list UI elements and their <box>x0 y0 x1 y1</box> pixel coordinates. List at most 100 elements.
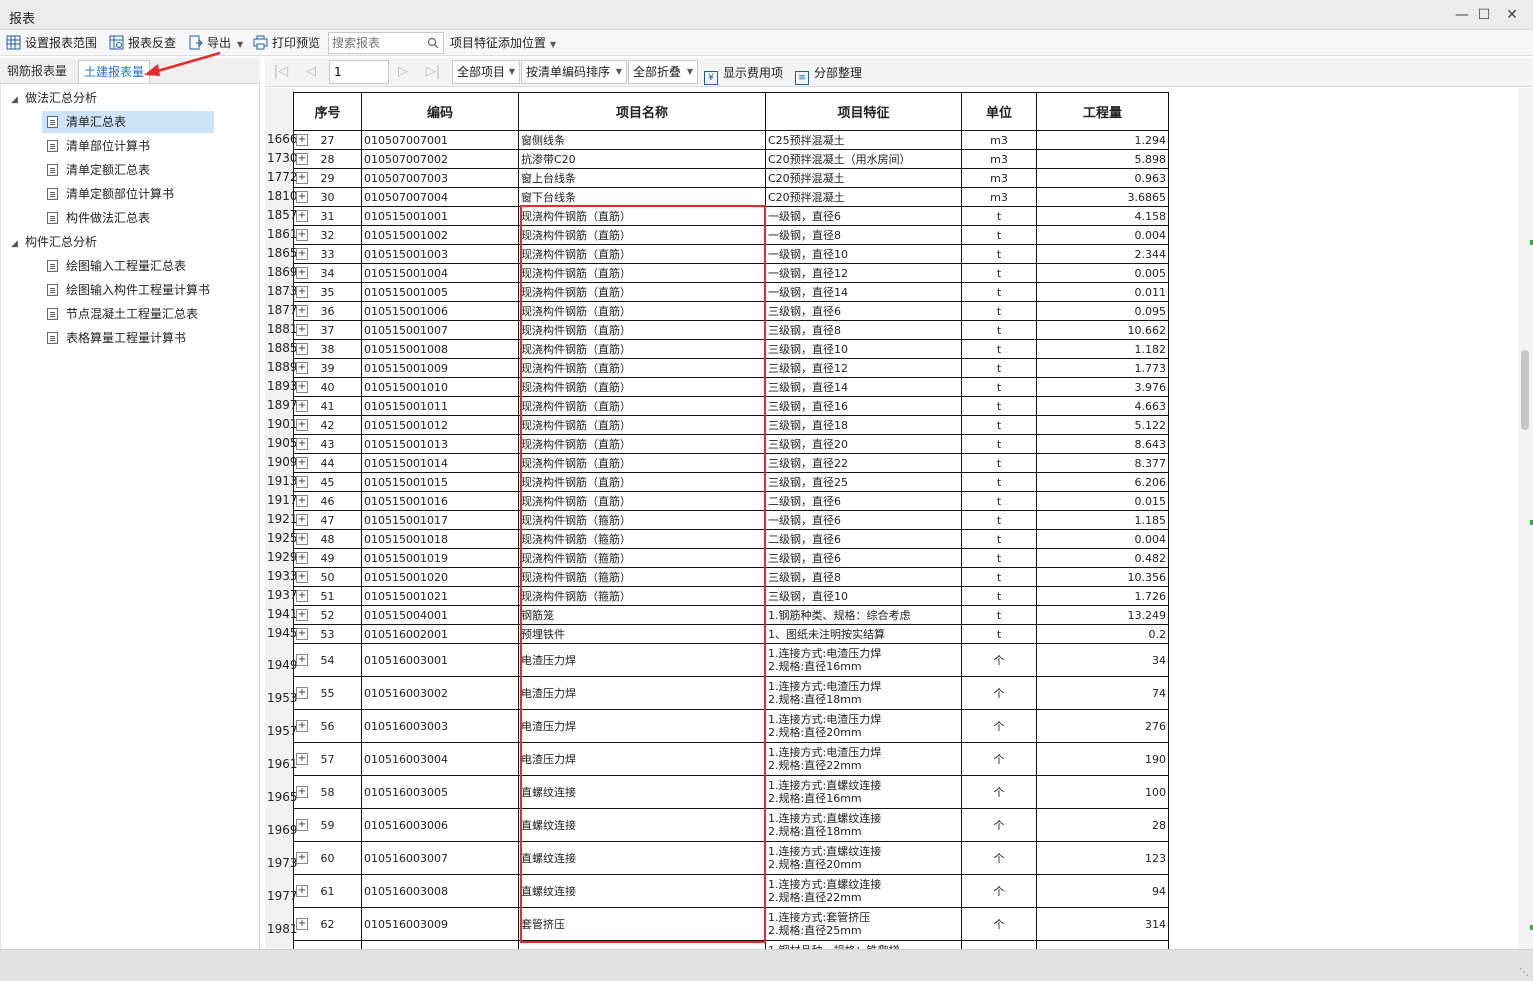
table-row[interactable]: 55 010516003002 电渣压力焊 1.连接方式:电渣压力焊 2.规格:直径18… <box>293 676 1169 710</box>
table-row[interactable]: 60 010516003007 直螺纹连接 1.连接方式:直螺纹连接 2.规格:直径20… <box>293 841 1169 875</box>
expand-icon[interactable]: + <box>296 305 308 317</box>
table-row[interactable]: 44 010515001014 现浇构件钢筋（直筋） 三级钢，直径22 t 8.377 <box>293 453 1169 473</box>
table-row[interactable]: 58 010516003005 直螺纹连接 1.连接方式:直螺纹连接 2.规格:直径16… <box>293 775 1169 809</box>
table-row[interactable]: 46 010515001016 现浇构件钢筋（直筋） 二级钢，直径6 t 0.015 <box>293 491 1169 511</box>
close-icon[interactable]: ✕ <box>1502 5 1522 25</box>
tree-item-bill-quota-position-calc[interactable]: 清单定额部位计算书 <box>47 183 174 205</box>
expand-icon[interactable]: + <box>296 191 308 203</box>
table-row[interactable]: 61 010516003008 直螺纹连接 1.连接方式:直螺纹连接 2.规格:直径22… <box>293 874 1169 908</box>
expand-icon[interactable]: + <box>296 753 308 765</box>
header-code[interactable]: 编码 <box>361 92 519 131</box>
page-number-input[interactable] <box>330 61 386 83</box>
table-row[interactable]: 29 010507007003 窗上台线条 C20预拌混凝土 m3 0.963 <box>293 168 1169 188</box>
next-page-icon[interactable]: ▷ <box>395 64 411 80</box>
table-row[interactable]: 45 010515001015 现浇构件钢筋（直筋） 三级钢，直径25 t 6.206 <box>293 472 1169 492</box>
expand-icon[interactable]: + <box>296 210 308 222</box>
scrollbar-thumb[interactable] <box>1521 350 1529 430</box>
expand-icon[interactable]: + <box>296 457 308 469</box>
table-row[interactable]: 1.钢材品种、规格：铁爬梯 <box>293 940 1169 949</box>
tab-rebar-report[interactable]: 钢筋报表量 <box>2 60 72 83</box>
tree-group-component-summary[interactable]: ◢ 构件汇总分析 <box>11 231 97 253</box>
expand-icon[interactable]: + <box>296 362 308 374</box>
section-organize-button[interactable]: ≡ 分部整理 <box>795 63 862 85</box>
header-quantity[interactable]: 工程量 <box>1036 92 1169 131</box>
tree-item-table-calc[interactable]: 表格算量工程量计算书 <box>47 327 186 349</box>
tree-item-bill-summary[interactable]: 清单汇总表 <box>42 111 214 133</box>
expand-icon[interactable]: + <box>296 172 308 184</box>
project-filter-dropdown[interactable]: 全部项目 ▼ <box>452 60 520 84</box>
table-row[interactable]: 56 010516003003 电渣压力焊 1.连接方式:电渣压力焊 2.规格:直径20… <box>293 709 1169 743</box>
expand-icon[interactable]: + <box>296 628 308 640</box>
table-row[interactable]: 57 010516003004 电渣压力焊 1.连接方式:电渣压力焊 2.规格:直径22… <box>293 742 1169 776</box>
table-row[interactable]: 34 010515001004 现浇构件钢筋（直筋） 一级钢，直径12 t 0.005 <box>293 263 1169 283</box>
expand-icon[interactable]: + <box>296 248 308 260</box>
table-row[interactable]: 33 010515001003 现浇构件钢筋（直筋） 一级钢，直径10 t 2.344 <box>293 244 1169 264</box>
minimize-icon[interactable]: — <box>1452 5 1472 25</box>
table-row[interactable]: 40 010515001010 现浇构件钢筋（直筋） 三级钢，直径14 t 3.976 <box>293 377 1169 397</box>
tree-item-drawing-quantity-summary[interactable]: 绘图输入工程量汇总表 <box>47 255 186 277</box>
expand-icon[interactable]: + <box>296 687 308 699</box>
expand-icon[interactable]: + <box>296 720 308 732</box>
table-row[interactable]: 27 010507007001 窗侧线条 C25预拌混凝土 m3 1.294 <box>293 130 1169 150</box>
expand-icon[interactable]: + <box>296 885 308 897</box>
expand-icon[interactable]: + <box>296 495 308 507</box>
expand-icon[interactable]: + <box>296 609 308 621</box>
table-row[interactable]: 35 010515001005 现浇构件钢筋（直筋） 一级钢，直径14 t 0.011 <box>293 282 1169 302</box>
print-preview-button[interactable]: 打印预览 <box>253 33 320 53</box>
table-row[interactable]: 37 010515001007 现浇构件钢筋（直筋） 三级钢，直径8 t 10.662 <box>293 320 1169 340</box>
table-row[interactable]: 32 010515001002 现浇构件钢筋（直筋） 一级钢，直径8 t 0.004 <box>293 225 1169 245</box>
header-unit[interactable]: 单位 <box>961 92 1037 131</box>
expand-icon[interactable]: + <box>296 419 308 431</box>
table-row[interactable]: 43 010515001013 现浇构件钢筋（直筋） 三级钢，直径20 t 8.643 <box>293 434 1169 454</box>
header-name[interactable]: 项目名称 <box>518 92 766 131</box>
tree-group-method-summary[interactable]: ◢ 做法汇总分析 <box>11 87 97 109</box>
table-row[interactable]: 36 010515001006 现浇构件钢筋（直筋） 三级钢，直径6 t 0.095 <box>293 301 1169 321</box>
expand-icon[interactable]: + <box>296 134 308 146</box>
show-cost-items-button[interactable]: ¥ 显示费用项 <box>704 63 783 85</box>
expand-icon[interactable]: + <box>296 654 308 666</box>
report-search-input[interactable] <box>329 33 421 53</box>
expand-icon[interactable]: + <box>296 514 308 526</box>
table-row[interactable]: 30 010507007004 窗下台线条 C20预拌混凝土 m3 3.6865 <box>293 187 1169 207</box>
table-row[interactable]: 51 010515001021 现浇构件钢筋（箍筋） 三级钢，直径10 t 1.726 <box>293 586 1169 606</box>
expand-icon[interactable]: + <box>296 229 308 241</box>
search-icon[interactable] <box>427 37 439 49</box>
expand-icon[interactable]: + <box>296 400 308 412</box>
expand-icon[interactable]: + <box>296 571 308 583</box>
table-row[interactable]: 62 010516003009 套管挤压 1.连接方式:套管挤压 2.规格:直径25mm… <box>293 907 1169 941</box>
tree-item-component-method-summary[interactable]: 构件做法汇总表 <box>47 207 150 229</box>
expand-icon[interactable]: + <box>296 819 308 831</box>
sort-dropdown[interactable]: 按清单编码排序 ▼ <box>521 60 627 84</box>
table-row[interactable]: 39 010515001009 现浇构件钢筋（直筋） 三级钢，直径12 t 1.773 <box>293 358 1169 378</box>
header-feature[interactable]: 项目特征 <box>765 92 962 131</box>
expand-icon[interactable]: + <box>296 852 308 864</box>
first-page-icon[interactable]: |◁ <box>273 64 289 80</box>
expand-icon[interactable]: + <box>296 786 308 798</box>
vertical-scrollbar[interactable] <box>1518 88 1533 949</box>
expand-icon[interactable]: + <box>296 381 308 393</box>
expand-icon[interactable]: + <box>296 476 308 488</box>
tree-item-drawing-component-calc[interactable]: 绘图输入构件工程量计算书 <box>47 279 210 301</box>
tree-item-bill-position-calc[interactable]: 清单部位计算书 <box>47 135 150 157</box>
report-search-box[interactable] <box>328 32 444 54</box>
set-report-range-button[interactable]: 设置报表范围 <box>6 33 97 53</box>
tree-item-bill-quota-summary[interactable]: 清单定额汇总表 <box>47 159 150 181</box>
table-row[interactable]: 52 010515004001 钢筋笼 1.钢筋种类、规格：综合考虑 t 13.249 <box>293 605 1169 625</box>
table-row[interactable]: 54 010516003001 电渣压力焊 1.连接方式:电渣压力焊 2.规格:直径16… <box>293 643 1169 677</box>
expand-icon[interactable]: + <box>296 324 308 336</box>
fold-dropdown[interactable]: 全部折叠 ▼ <box>628 60 698 84</box>
table-row[interactable]: 41 010515001011 现浇构件钢筋（直筋） 三级钢，直径16 t 4.663 <box>293 396 1169 416</box>
expand-icon[interactable]: + <box>296 438 308 450</box>
table-row[interactable]: 59 010516003006 直螺纹连接 1.连接方式:直螺纹连接 2.规格:直径18… <box>293 808 1169 842</box>
header-seq[interactable]: 序号 <box>293 92 362 131</box>
prev-page-icon[interactable]: ◁ <box>303 64 319 80</box>
expand-icon[interactable]: + <box>296 590 308 602</box>
table-row[interactable]: 28 010507007002 抗渗带C20 C20预拌混凝土（用水房间） m3 5.89… <box>293 149 1169 169</box>
expand-icon[interactable]: + <box>296 153 308 165</box>
table-row[interactable]: 42 010515001012 现浇构件钢筋（直筋） 三级钢，直径18 t 5.122 <box>293 415 1169 435</box>
resize-grip-icon[interactable]: ⋱ <box>1519 967 1529 978</box>
feature-add-position-dropdown[interactable]: 项目特征添加位置 ▼ <box>450 33 556 53</box>
expand-icon[interactable]: + <box>296 267 308 279</box>
table-row[interactable]: 53 010516002001 预埋铁件 1、图纸未注明按实结算 t 0.2 <box>293 624 1169 644</box>
table-row[interactable]: 31 010515001001 现浇构件钢筋（直筋） 一级钢，直径6 t 4.158 <box>293 206 1169 226</box>
